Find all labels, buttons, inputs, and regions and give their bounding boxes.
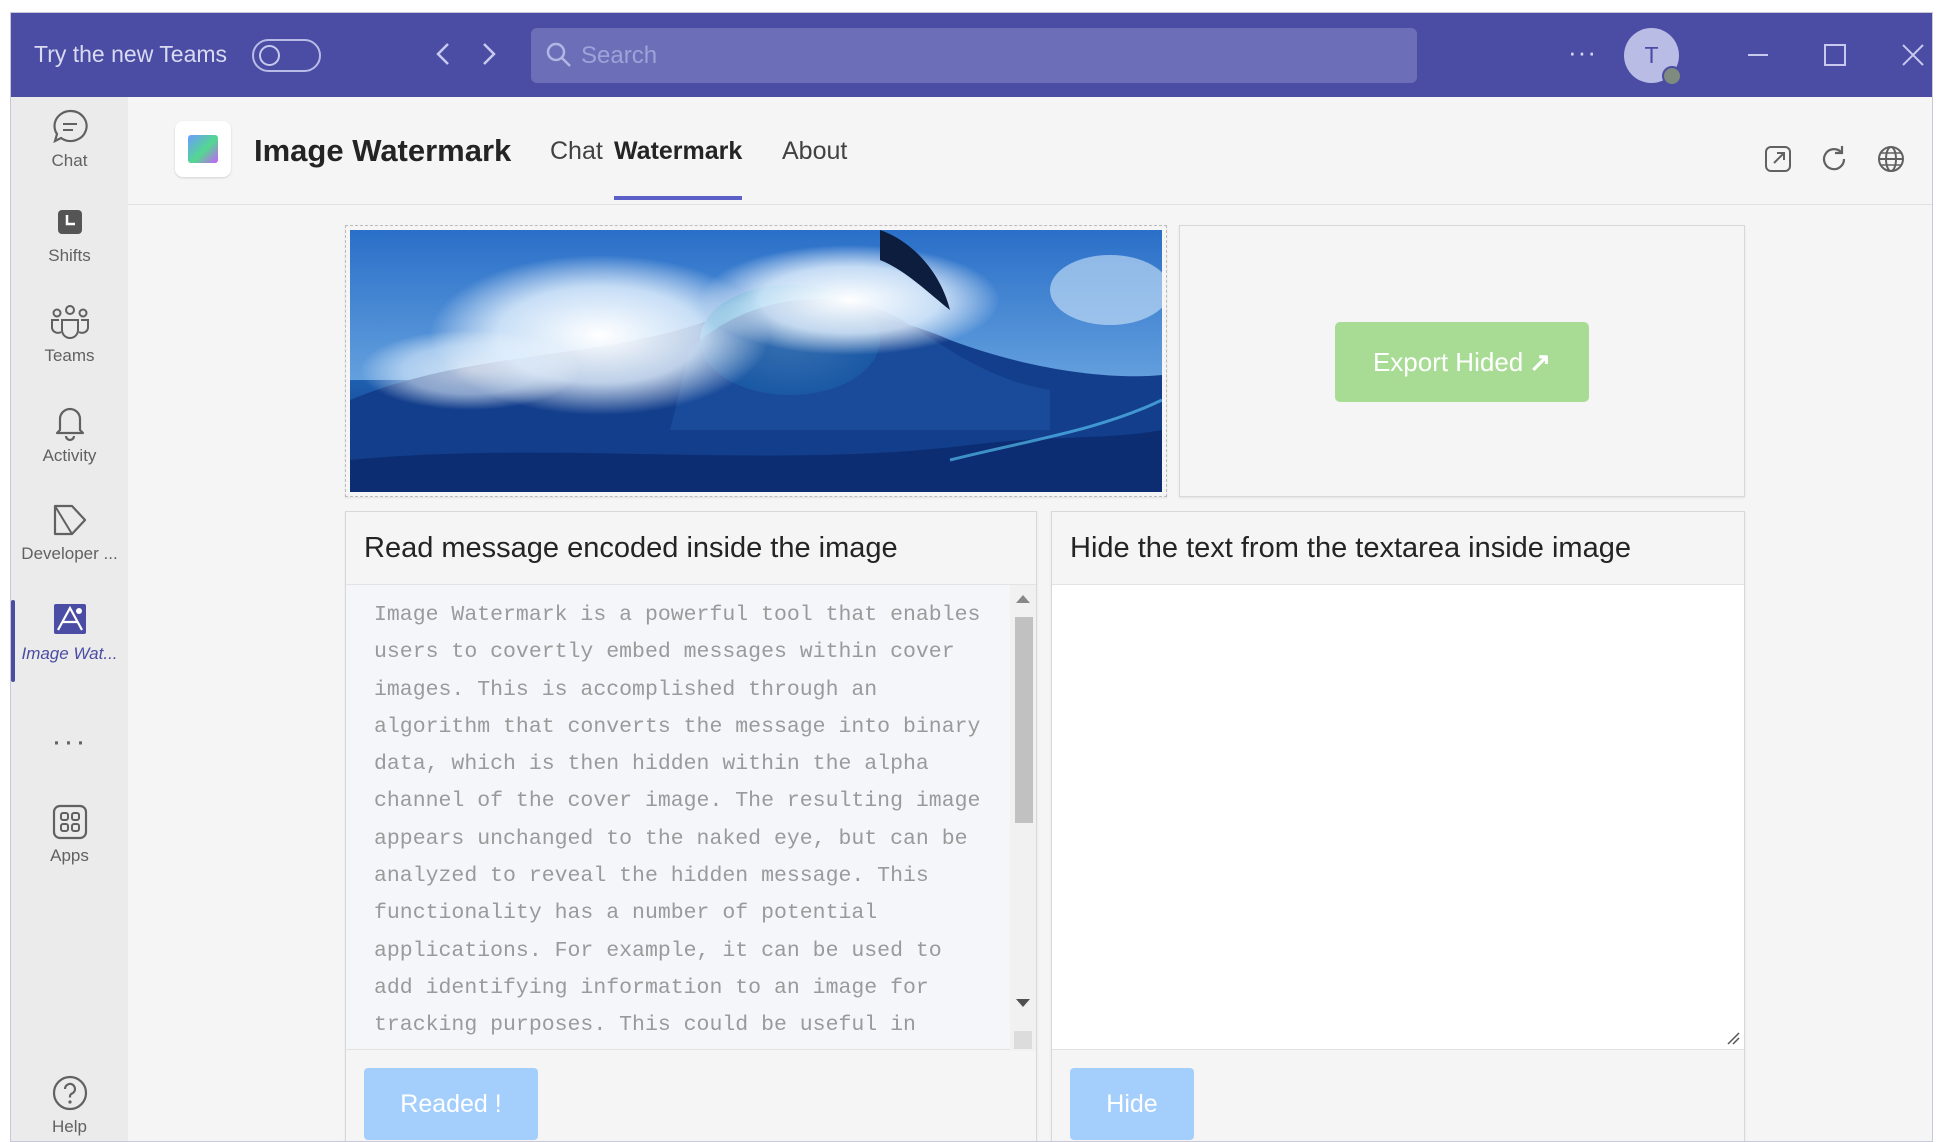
- close-icon[interactable]: [1897, 39, 1929, 71]
- scroll-thumb[interactable]: [1015, 617, 1033, 823]
- title-bar: Try the new Teams ··· T: [11, 13, 1932, 97]
- search-input[interactable]: [581, 28, 1401, 83]
- developer-icon: [53, 504, 86, 536]
- bell-icon: [55, 407, 84, 442]
- apps-icon: [52, 804, 87, 840]
- shifts-icon: [57, 210, 82, 234]
- rail-item-activity[interactable]: Activity: [11, 402, 128, 492]
- rail-item-apps[interactable]: Apps: [11, 802, 128, 892]
- tab-chat[interactable]: Chat: [550, 137, 603, 196]
- rail-more-icon[interactable]: ···: [11, 725, 128, 759]
- hide-button[interactable]: Hide: [1070, 1068, 1194, 1140]
- app-logo: [175, 121, 231, 177]
- rail-label-shifts: Shifts: [48, 246, 91, 265]
- rail-label-activity: Activity: [42, 446, 97, 465]
- rail-item-developer[interactable]: Developer ...: [11, 500, 128, 590]
- rail-item-shifts[interactable]: Shifts: [11, 202, 128, 292]
- scroll-up-icon[interactable]: [1016, 595, 1030, 603]
- hide-text-panel: Hide the text from the textarea inside i…: [1051, 511, 1745, 1141]
- ocean-wave-image: [350, 230, 1162, 492]
- app-rail: Chat Shifts Teams Activity Developer ...…: [11, 97, 128, 1141]
- presence-status-icon: [1662, 66, 1682, 86]
- help-icon: [52, 1075, 87, 1111]
- rail-item-help[interactable]: Help: [11, 1073, 128, 1141]
- teams-window: Try the new Teams ··· T Chat Shifts Team…: [10, 12, 1933, 1142]
- rail-label-teams: Teams: [44, 346, 95, 365]
- hide-panel-heading: Hide the text from the textarea inside i…: [1070, 532, 1631, 564]
- export-hided-button[interactable]: Export Hided ↗: [1335, 322, 1589, 402]
- avatar[interactable]: T: [1624, 28, 1682, 86]
- watermark-image-frame: [345, 225, 1167, 497]
- image-watermark-icon: [53, 604, 86, 634]
- rail-label-help: Help: [52, 1117, 87, 1136]
- avatar-initial: T: [1644, 42, 1659, 68]
- textarea-scrollbar[interactable]: [1010, 585, 1036, 1051]
- resize-grip-icon[interactable]: [1014, 1031, 1032, 1049]
- forward-arrow-icon[interactable]: [473, 39, 503, 69]
- back-arrow-icon[interactable]: [429, 39, 459, 69]
- tab-about[interactable]: About: [782, 137, 847, 196]
- app-header: Image Watermark Chat Watermark About: [128, 97, 1932, 205]
- read-message-panel: Read message encoded inside the image Im…: [345, 511, 1037, 1141]
- tab-watermark[interactable]: Watermark: [614, 137, 743, 200]
- pop-out-icon[interactable]: [1762, 143, 1794, 175]
- minimize-icon[interactable]: [1742, 39, 1774, 71]
- hide-text-textarea[interactable]: [1052, 584, 1744, 1050]
- resize-handle-icon[interactable]: [1724, 1029, 1740, 1045]
- rail-label-apps: Apps: [50, 846, 89, 865]
- export-panel: Export Hided ↗: [1179, 225, 1745, 497]
- teams-icon: [50, 305, 89, 339]
- rail-label-developer: Developer ...: [21, 544, 118, 563]
- app-title: Image Watermark: [254, 133, 512, 168]
- refresh-icon[interactable]: [1818, 143, 1850, 175]
- read-panel-heading: Read message encoded inside the image: [364, 532, 898, 564]
- globe-icon[interactable]: [1875, 143, 1907, 175]
- scroll-down-icon[interactable]: [1016, 999, 1030, 1007]
- rail-item-chat[interactable]: Chat: [11, 107, 128, 197]
- new-teams-toggle[interactable]: [252, 39, 321, 72]
- decoded-message-text: Image Watermark is a powerful tool that …: [374, 603, 981, 1038]
- export-hided-label: Export Hided: [1372, 346, 1524, 377]
- export-arrow-icon: ↗: [1529, 346, 1552, 377]
- search-icon: [546, 42, 571, 67]
- toggle-knob: [259, 45, 280, 66]
- search-box[interactable]: [531, 28, 1417, 83]
- rail-label-image-watermark: Image Wat...: [21, 644, 118, 663]
- rail-item-image-watermark[interactable]: Image Wat...: [11, 600, 128, 690]
- chat-icon: [52, 109, 88, 144]
- more-options-icon[interactable]: ···: [1568, 37, 1597, 68]
- readed-button[interactable]: Readed !: [364, 1068, 538, 1140]
- maximize-icon[interactable]: [1819, 39, 1851, 71]
- rail-item-teams[interactable]: Teams: [11, 302, 128, 392]
- read-message-textarea[interactable]: Image Watermark is a powerful tool that …: [346, 584, 1036, 1051]
- app-logo-image-icon: [188, 135, 218, 163]
- try-new-teams-label: Try the new Teams: [34, 41, 228, 67]
- rail-label-chat: Chat: [51, 151, 88, 170]
